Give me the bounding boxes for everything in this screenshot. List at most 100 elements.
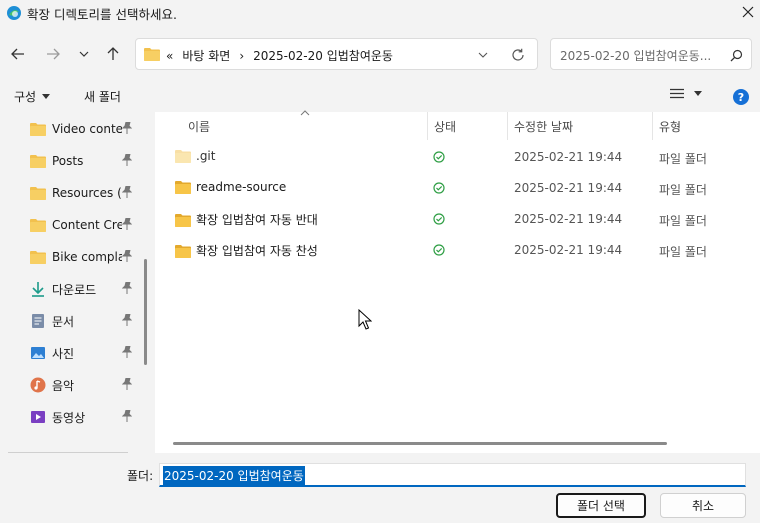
address-dropdown[interactable] (474, 46, 492, 64)
column-header-status[interactable]: 상태 (434, 118, 456, 135)
pin-icon (122, 186, 132, 198)
download-icon (32, 282, 44, 297)
file-date: 2025-02-21 19:44 (514, 150, 623, 164)
pin-icon (122, 218, 132, 230)
file-type: 파일 폴더 (659, 183, 707, 197)
pin-icon (122, 282, 132, 294)
view-list-icon (670, 88, 684, 99)
column-divider[interactable] (427, 112, 428, 140)
folder-icon (30, 251, 46, 264)
pictures-icon (31, 347, 45, 359)
folder-name-value: 2025-02-20 입법참여운동 (163, 466, 305, 485)
breadcrumb-current[interactable]: 2025-02-20 입법참여운동 (253, 47, 393, 64)
chevron-down-icon (79, 51, 89, 57)
file-type: 파일 폴더 (659, 214, 707, 228)
search-box[interactable]: 2025-02-20 입법참여운동... (550, 38, 752, 70)
recent-locations-button[interactable] (71, 41, 97, 67)
forward-button[interactable] (40, 41, 66, 67)
arrow-up-icon (107, 47, 119, 60)
sidebar-item-content-creation[interactable]: Content Crea (30, 213, 140, 237)
sidebar-item-label: Content Crea (52, 218, 122, 232)
organize-label: 구성 (14, 90, 37, 104)
video-icon (31, 411, 45, 423)
folder-icon (175, 150, 191, 163)
folder-name-input[interactable]: 2025-02-20 입법참여운동 (159, 463, 746, 487)
sidebar-item-pictures[interactable]: 사진 (30, 341, 140, 365)
folder-icon (144, 48, 160, 61)
search-input[interactable]: 2025-02-20 입법참여운동... (560, 47, 720, 64)
file-name: readme-source (196, 180, 287, 194)
check-circle-icon (433, 151, 445, 163)
column-header-type[interactable]: 유형 (659, 118, 681, 135)
sidebar-item-videos[interactable]: 동영상 (30, 405, 140, 429)
view-options-button[interactable] (670, 88, 702, 99)
table-row[interactable]: 확장 입법참여 자동 반대 2025-02-21 19:44 파일 폴더 (155, 205, 760, 233)
sidebar-item-label: 동영상 (52, 410, 86, 425)
sidebar-item-label: 음악 (52, 378, 75, 393)
new-folder-button[interactable]: 새 폴더 (84, 88, 121, 105)
file-date: 2025-02-21 19:44 (514, 243, 623, 257)
column-header-name[interactable]: 이름 (188, 118, 210, 135)
arrow-left-icon (11, 48, 24, 60)
breadcrumb-desktop[interactable]: 바탕 화면 (182, 47, 230, 64)
pin-icon (122, 378, 132, 390)
close-icon (742, 6, 754, 18)
close-button[interactable] (736, 1, 760, 23)
folder-icon (30, 155, 46, 168)
horizontal-scrollbar[interactable] (173, 442, 667, 445)
column-header-date[interactable]: 수정한 날짜 (514, 118, 573, 135)
document-icon (32, 314, 44, 328)
folder-icon (30, 219, 46, 232)
file-date: 2025-02-21 19:44 (514, 181, 623, 195)
breadcrumb-overflow[interactable]: « (166, 49, 173, 63)
folder-icon (175, 181, 191, 194)
sidebar-item-resources[interactable]: Resources (p (30, 181, 140, 205)
caret-down-icon (694, 91, 702, 96)
sidebar-scrollbar[interactable] (144, 259, 147, 365)
divider (8, 452, 128, 453)
window-title: 확장 디렉토리를 선택하세요. (27, 7, 177, 22)
column-divider[interactable] (507, 112, 508, 140)
back-button[interactable] (5, 41, 31, 67)
sidebar-item-music[interactable]: 음악 (30, 373, 140, 397)
app-icon (7, 6, 21, 20)
pin-icon (122, 154, 132, 166)
sort-ascending-icon (300, 110, 310, 116)
mouse-cursor-icon (358, 309, 372, 330)
help-icon[interactable]: ? (733, 89, 749, 105)
table-row[interactable]: readme-source 2025-02-21 19:44 파일 폴더 (155, 174, 760, 202)
pin-icon (122, 250, 132, 262)
sidebar-item-downloads[interactable]: 다운로드 (30, 277, 140, 301)
pin-icon (122, 346, 132, 358)
up-button[interactable] (100, 41, 126, 67)
file-type: 파일 폴더 (659, 245, 707, 259)
search-icon (727, 46, 745, 64)
folder-label: 폴더: (127, 469, 154, 483)
cancel-button[interactable]: 취소 (660, 493, 746, 518)
file-name: 확장 입법참여 자동 찬성 (196, 244, 318, 258)
file-date: 2025-02-21 19:44 (514, 212, 623, 226)
arrow-right-icon (47, 48, 60, 60)
organize-button[interactable]: 구성 (14, 88, 51, 105)
table-row[interactable]: 확장 입법참여 자동 찬성 2025-02-21 19:44 파일 폴더 (155, 236, 760, 264)
sidebar-item-label: Posts (52, 154, 84, 168)
pin-icon (122, 122, 132, 134)
select-folder-button[interactable]: 폴더 선택 (556, 493, 646, 518)
file-list: 이름 상태 수정한 날짜 유형 .git 2025-02-21 19:44 파일… (155, 110, 760, 453)
sidebar-item-label: Resources (p (52, 186, 122, 200)
sidebar-item-documents[interactable]: 문서 (30, 309, 140, 333)
table-row[interactable]: .git 2025-02-21 19:44 파일 폴더 (155, 143, 760, 171)
refresh-button[interactable] (508, 46, 528, 64)
sidebar-item-posts[interactable]: Posts (30, 149, 140, 173)
sidebar-item-label: Bike complai (52, 250, 122, 264)
check-circle-icon (433, 244, 445, 256)
check-circle-icon (433, 182, 445, 194)
check-circle-icon (433, 213, 445, 225)
sidebar-item-video-content[interactable]: Video content (30, 117, 140, 141)
file-name: .git (196, 149, 216, 163)
sidebar-item-bike-complaints[interactable]: Bike complai (30, 245, 140, 269)
column-divider[interactable] (652, 112, 653, 140)
music-icon (30, 377, 46, 393)
file-name: 확장 입법참여 자동 반대 (196, 213, 318, 227)
address-bar[interactable]: « 바탕 화면 › 2025-02-20 입법참여운동 (135, 38, 538, 70)
